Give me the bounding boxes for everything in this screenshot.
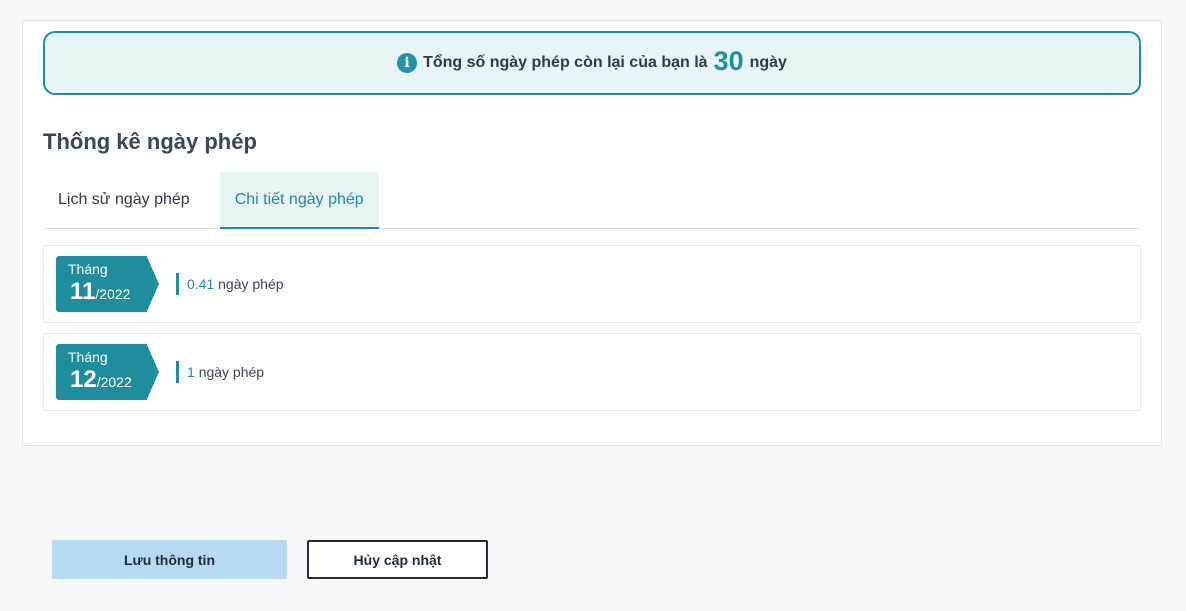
leave-amount: 0.41 ngày phép	[176, 273, 284, 295]
month-number: 11/2022	[70, 278, 130, 306]
section-title: Thống kê ngày phép	[43, 129, 257, 154]
month-value: 11	[70, 278, 96, 305]
month-label: Tháng	[68, 349, 108, 365]
leave-amount-value: 0.41	[187, 276, 215, 292]
leave-amount-unit: ngày phép	[198, 364, 265, 380]
save-button[interactable]: Lưu thông tin	[52, 540, 287, 579]
notice-prefix: Tổng số ngày phép còn lại của bạn là	[423, 54, 708, 71]
remaining-days-count: 30	[713, 45, 744, 76]
tab-bar: Lịch sử ngày phép Chi tiết ngày phép	[43, 172, 1141, 229]
page: i Tổng số ngày phép còn lại của bạn là 3…	[0, 0, 1186, 611]
month-label: Tháng	[68, 261, 108, 277]
month-row: Tháng 12/2022 1 ngày phép	[43, 333, 1141, 411]
tab-leave-details[interactable]: Chi tiết ngày phép	[219, 172, 379, 229]
info-icon: i	[397, 53, 418, 73]
month-value: 12	[70, 366, 97, 393]
month-badge: Tháng 12/2022	[56, 344, 159, 400]
month-year: /2022	[96, 374, 132, 390]
month-year: /2022	[95, 286, 131, 302]
month-badge: Tháng 11/2022	[56, 256, 159, 312]
leave-amount-unit: ngày phép	[218, 276, 284, 292]
tab-leave-history[interactable]: Lịch sử ngày phép	[43, 172, 205, 228]
leave-card: i Tổng số ngày phép còn lại của bạn là 3…	[22, 20, 1162, 446]
leave-amount-value: 1	[187, 364, 195, 380]
month-row: Tháng 11/2022 0.41 ngày phép	[43, 245, 1141, 323]
leave-amount: 1 ngày phép	[176, 361, 264, 383]
notice-suffix: ngày	[749, 54, 787, 71]
month-number: 12/2022	[70, 366, 132, 394]
remaining-leave-notice: i Tổng số ngày phép còn lại của bạn là 3…	[43, 31, 1141, 95]
cancel-update-button[interactable]: Hủy cập nhật	[307, 540, 488, 579]
